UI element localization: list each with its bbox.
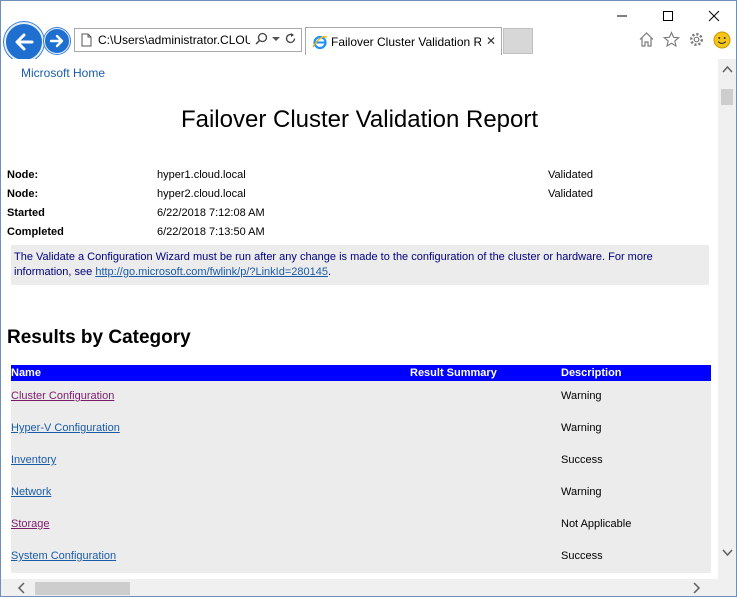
- category-link[interactable]: Hyper-V Configuration: [11, 422, 120, 434]
- favorites-star-icon[interactable]: [662, 30, 681, 49]
- info-value: 6/22/2018 7:13:50 AM: [157, 226, 265, 238]
- table-header: Name Result Summary Description: [11, 365, 711, 381]
- dropdown-icon[interactable]: [272, 36, 280, 42]
- search-icon[interactable]: [255, 32, 268, 45]
- page-content: Microsoft Home Failover Cluster Validati…: [1, 59, 718, 579]
- table-row: Cluster Configuration Warning: [11, 381, 711, 413]
- table-row: Network Warning: [11, 477, 711, 509]
- category-link[interactable]: Inventory: [11, 454, 56, 466]
- category-link[interactable]: Cluster Configuration: [11, 390, 114, 402]
- home-icon[interactable]: [637, 30, 656, 49]
- arrow-left-icon: [15, 33, 34, 51]
- table-row: System Configuration Success: [11, 541, 711, 573]
- table-row: Storage Not Applicable: [11, 509, 711, 541]
- table-row: Inventory Success: [11, 445, 711, 477]
- category-description: Warning: [561, 390, 602, 402]
- minimize-icon: [617, 15, 627, 17]
- scroll-down-icon[interactable]: [718, 549, 736, 563]
- category-link[interactable]: Network: [11, 486, 51, 498]
- info-status: Validated: [548, 188, 594, 200]
- col-header-name: Name: [11, 367, 41, 379]
- arrow-right-icon: [49, 34, 64, 48]
- scroll-right-icon[interactable]: [693, 581, 701, 596]
- info-label: Completed: [7, 226, 64, 238]
- page-title: Failover Cluster Validation Report: [180, 106, 539, 133]
- scrollbar-corner: [718, 579, 736, 596]
- tab-validation-report[interactable]: Failover Cluster Validation R... ✕: [305, 27, 502, 55]
- scroll-left-icon[interactable]: [17, 581, 25, 596]
- info-label: Node:: [7, 169, 39, 181]
- tab-title: Failover Cluster Validation R...: [331, 35, 481, 49]
- info-label: Node:: [7, 188, 39, 200]
- horizontal-scroll-thumb[interactable]: [35, 582, 130, 595]
- results-heading: Results by Category: [7, 327, 191, 348]
- smiley-feedback-icon[interactable]: [712, 30, 731, 49]
- forward-button[interactable]: [44, 28, 70, 54]
- vertical-scrollbar[interactable]: [718, 59, 736, 579]
- category-description: Success: [561, 550, 603, 562]
- category-link[interactable]: System Configuration: [11, 550, 116, 562]
- fwlink-link[interactable]: http://go.microsoft.com/fwlink/p/?LinkId…: [95, 266, 328, 278]
- category-description: Warning: [561, 486, 602, 498]
- horizontal-scrollbar[interactable]: [1, 579, 718, 596]
- maximize-button[interactable]: [645, 1, 691, 31]
- results-table: Name Result Summary Description Cluster …: [11, 365, 711, 573]
- info-value: hyper2.cloud.local: [157, 188, 246, 200]
- info-label: Started: [7, 207, 45, 219]
- close-icon: [708, 10, 720, 22]
- info-value: hyper1.cloud.local: [157, 169, 246, 181]
- minimize-button[interactable]: [599, 1, 645, 31]
- scroll-up-icon[interactable]: [718, 65, 736, 79]
- category-description: Not Applicable: [561, 518, 632, 530]
- notice-end: .: [327, 266, 332, 278]
- col-header-result-summary: Result Summary: [410, 367, 497, 379]
- info-value: 6/22/2018 7:12:08 AM: [157, 207, 265, 219]
- back-button[interactable]: [4, 22, 44, 62]
- table-row: Hyper-V Configuration Warning: [11, 413, 711, 445]
- info-status: Validated: [548, 169, 594, 181]
- vertical-scroll-thumb[interactable]: [721, 89, 733, 105]
- refresh-icon[interactable]: [284, 32, 297, 45]
- page-icon: [81, 33, 92, 47]
- settings-gear-icon[interactable]: [687, 30, 706, 49]
- category-description: Warning: [561, 422, 602, 434]
- category-description: Success: [561, 454, 603, 466]
- ie-icon: [312, 35, 328, 50]
- tab-close-icon[interactable]: ✕: [486, 34, 496, 48]
- new-tab-button[interactable]: [503, 28, 533, 54]
- address-text[interactable]: C:\Users\administrator.CLOUD: [98, 33, 250, 47]
- microsoft-home-link[interactable]: Microsoft Home: [21, 66, 105, 80]
- maximize-icon: [663, 11, 673, 21]
- browser-window: C:\Users\administrator.CLOUD Failover Cl…: [0, 0, 737, 597]
- address-bar[interactable]: C:\Users\administrator.CLOUD: [74, 28, 302, 52]
- col-header-description: Description: [561, 367, 622, 379]
- close-window-button[interactable]: [691, 1, 736, 31]
- category-link[interactable]: Storage: [11, 518, 50, 530]
- validation-notice: The Validate a Configuration Wizard must…: [11, 245, 709, 285]
